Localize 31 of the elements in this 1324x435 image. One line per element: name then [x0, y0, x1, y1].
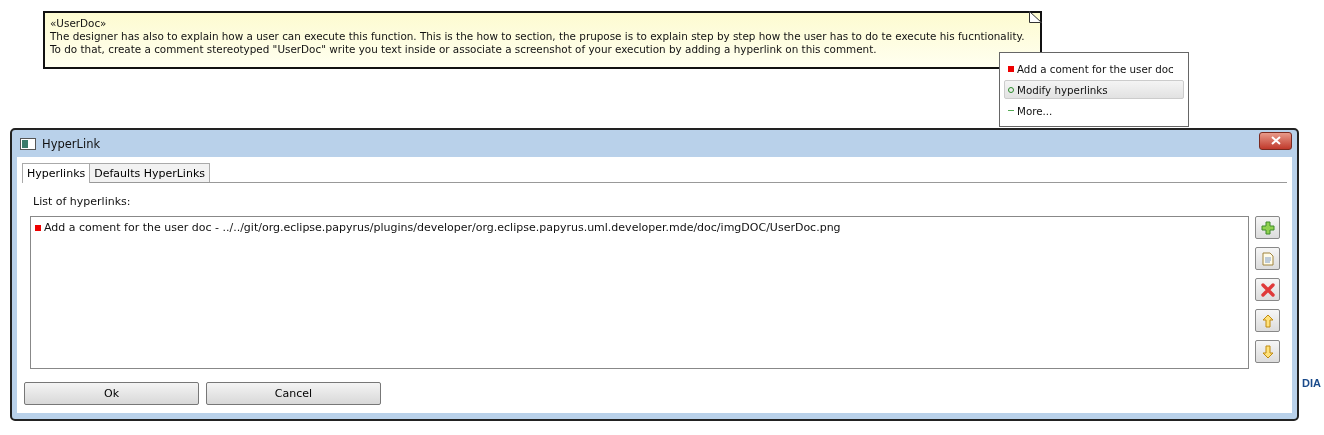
menu-item[interactable]: Add a coment for the user doc — [1004, 59, 1184, 78]
document-icon — [1261, 251, 1274, 266]
list-label: List of hyperlinks: — [33, 195, 132, 208]
list-item[interactable]: Add a coment for the user doc - ../../git/org.eclipse.papyrus/plugins/developer/org.eclipse.papyrus.uml.developer.mde/doc/imgDOC/UserDoc.png — [35, 221, 1244, 234]
plus-icon — [1260, 220, 1275, 235]
tab[interactable]: Defaults HyperLinks — [89, 163, 210, 182]
background-text: DIA — [1302, 377, 1321, 389]
menu-item[interactable]: Modify hyperlinks — [1004, 80, 1184, 99]
delete-icon — [1260, 282, 1275, 297]
window-icon — [20, 137, 36, 150]
dash-icon — [1008, 110, 1014, 111]
window-title: HyperLink — [42, 136, 101, 151]
dialog-button[interactable]: Ok — [24, 382, 199, 405]
add-button[interactable] — [1255, 216, 1280, 239]
down-arrow-icon — [1261, 344, 1274, 359]
folded-corner-icon — [1029, 11, 1042, 23]
move-up-button[interactable] — [1255, 309, 1280, 332]
close-button[interactable] — [1259, 131, 1292, 150]
menu-item[interactable]: More... — [1004, 101, 1184, 120]
note-text: To do that, create a comment stereotyped "UserDoc" write you text inside or associate a screenshot of your execution by adding a hyperlink on this comment. — [50, 43, 878, 56]
close-icon — [1270, 136, 1281, 145]
stereotype-label: «UserDoc» — [50, 17, 108, 30]
delete-button[interactable] — [1255, 278, 1280, 301]
link-icon — [1008, 65, 1014, 72]
note-text: The designer has also to explain how a user can execute this function. This is the how to section, the prupose is to explain step by step how the user has to do te execute his fucntionality. — [50, 30, 1026, 43]
edit-button[interactable] — [1255, 247, 1280, 270]
tab[interactable]: Hyperlinks — [22, 163, 91, 183]
link-icon — [35, 224, 41, 231]
up-arrow-icon — [1261, 313, 1274, 328]
dialog-button[interactable]: Cancel — [206, 382, 381, 405]
move-down-button[interactable] — [1255, 340, 1280, 363]
